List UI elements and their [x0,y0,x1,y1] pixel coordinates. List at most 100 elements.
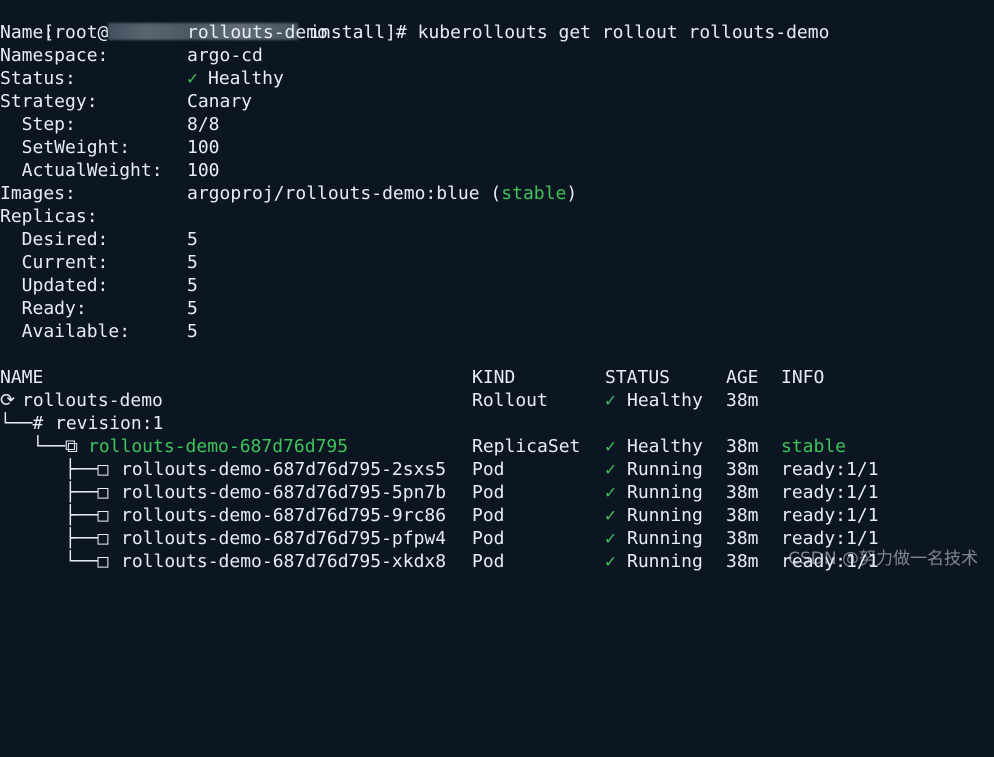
row-age: 38m [726,436,759,457]
row-name: revision:1 [55,413,164,434]
header-age: AGE [726,367,759,388]
header-kind: KIND [472,367,516,388]
header-status: STATUS [605,367,671,388]
row-kind: Pod [472,459,505,480]
header-info: INFO [781,367,825,388]
info-row-updated: Updated: 5 [0,274,198,297]
info-row-name: Name: rollouts-demo [0,21,328,44]
info-row-ready: Ready: 5 [0,297,198,320]
row-info: ready:1/1 [781,505,879,526]
row-kind: ReplicaSet [472,436,581,457]
row-name: rollouts-demo-687d76d795-2sxs5 [121,459,447,480]
header-name: NAME [0,367,44,388]
row-age: 38m [726,528,759,549]
value-available: 5 [187,321,198,342]
check-icon: ✓ [187,68,198,89]
value-strategy: Canary [187,91,253,112]
tree-branch: └──# [0,413,55,434]
row-kind: Rollout [472,390,548,411]
info-row-status: Status: ✓ Healthy [0,67,284,90]
table-header: NAME KIND STATUS AGE INFO [0,366,824,389]
row-kind: Pod [472,505,505,526]
info-row-step: Step: 8/8 [0,113,220,136]
table-row: ⟳ rollouts-demo Rollout ✓ Healthy 38m [0,389,759,412]
row-age: 38m [726,505,759,526]
row-status: Running [627,551,703,572]
info-row-available: Available: 5 [0,320,198,343]
label-status: Status: [0,68,76,89]
value-ready: 5 [187,298,198,319]
label-step: Step: [0,114,76,135]
table-row: └──□ rollouts-demo-687d76d795-xkdx8 Pod … [0,550,879,573]
row-name: rollouts-demo-687d76d795-xkdx8 [121,551,447,572]
table-row: ├──□ rollouts-demo-687d76d795-5pn7b Pod … [0,481,879,504]
row-name: rollouts-demo [22,390,163,411]
value-updated: 5 [187,275,198,296]
label-current: Current: [0,252,109,273]
pod-icon: ├──□ [0,528,120,549]
value-step: 8/8 [187,114,220,135]
value-images: argoproj/rollouts-demo:blue (stable) [187,183,578,204]
pod-icon: ├──□ [0,505,120,526]
check-icon: ✓ [605,482,616,503]
terminal-window[interactable]: [root@ install]# kuberollouts get rollou… [0,0,994,575]
label-available: Available: [0,321,131,342]
value-name: rollouts-demo [187,22,328,43]
replicaset-icon: └──⧉ [0,436,89,457]
row-status: Running [627,528,703,549]
check-icon: ✓ [605,436,616,457]
value-actualweight: 100 [187,160,220,181]
label-namespace: Namespace: [0,45,109,66]
row-info: stable [781,436,847,457]
row-name: rollouts-demo-687d76d795-5pn7b [121,482,447,503]
label-replicas: Replicas: [0,206,98,227]
row-info: ready:1/1 [781,459,879,480]
row-age: 38m [726,482,759,503]
check-icon: ✓ [605,390,616,411]
check-icon: ✓ [605,459,616,480]
row-kind: Pod [472,482,505,503]
check-icon: ✓ [605,551,616,572]
row-status: Healthy [627,390,703,411]
info-row-images: Images: argoproj/rollouts-demo:blue (sta… [0,182,577,205]
label-strategy: Strategy: [0,91,98,112]
prompt-line: [root@ install]# kuberollouts get rollou… [0,0,829,43]
row-age: 38m [726,390,759,411]
table-row: ├──□ rollouts-demo-687d76d795-2sxs5 Pod … [0,458,879,481]
row-name: rollouts-demo-687d76d795-9rc86 [121,505,447,526]
pod-icon: ├──□ [0,482,120,503]
label-name: Name: [0,22,55,43]
row-status: Running [627,505,703,526]
value-current: 5 [187,252,198,273]
label-desired: Desired: [0,229,109,250]
label-updated: Updated: [0,275,109,296]
value-namespace: argo-cd [187,45,263,66]
table-row: └──⧉ rollouts-demo-687d76d795 ReplicaSet… [0,435,847,458]
table-row: └──# revision:1 [0,412,163,435]
table-row: ├──□ rollouts-demo-687d76d795-pfpw4 Pod … [0,527,879,550]
value-desired: 5 [187,229,198,250]
check-icon: ✓ [605,505,616,526]
pod-icon: ├──□ [0,459,120,480]
watermark: CSDN @努力做一名技术 [788,549,978,569]
info-row-namespace: Namespace: argo-cd [0,44,263,67]
row-kind: Pod [472,551,505,572]
command-text: kuberollouts get rollout rollouts-demo [417,22,830,43]
info-row-actualweight: ActualWeight: 100 [0,159,220,182]
value-status: Healthy [208,68,284,89]
row-kind: Pod [472,528,505,549]
info-row-replicas: Replicas: [0,205,98,228]
images-stable-tag: stable [501,183,567,204]
info-row-setweight: SetWeight: 100 [0,136,220,159]
row-status: Running [627,482,703,503]
row-name: rollouts-demo-687d76d795-pfpw4 [121,528,447,549]
row-info: ready:1/1 [781,482,879,503]
label-ready: Ready: [0,298,87,319]
row-status: Running [627,459,703,480]
row-name: rollouts-demo-687d76d795 [88,436,349,457]
label-setweight: SetWeight: [0,137,131,158]
info-row-strategy: Strategy: Canary [0,90,252,113]
row-status: Healthy [627,436,703,457]
table-row: ├──□ rollouts-demo-687d76d795-9rc86 Pod … [0,504,879,527]
row-age: 38m [726,459,759,480]
